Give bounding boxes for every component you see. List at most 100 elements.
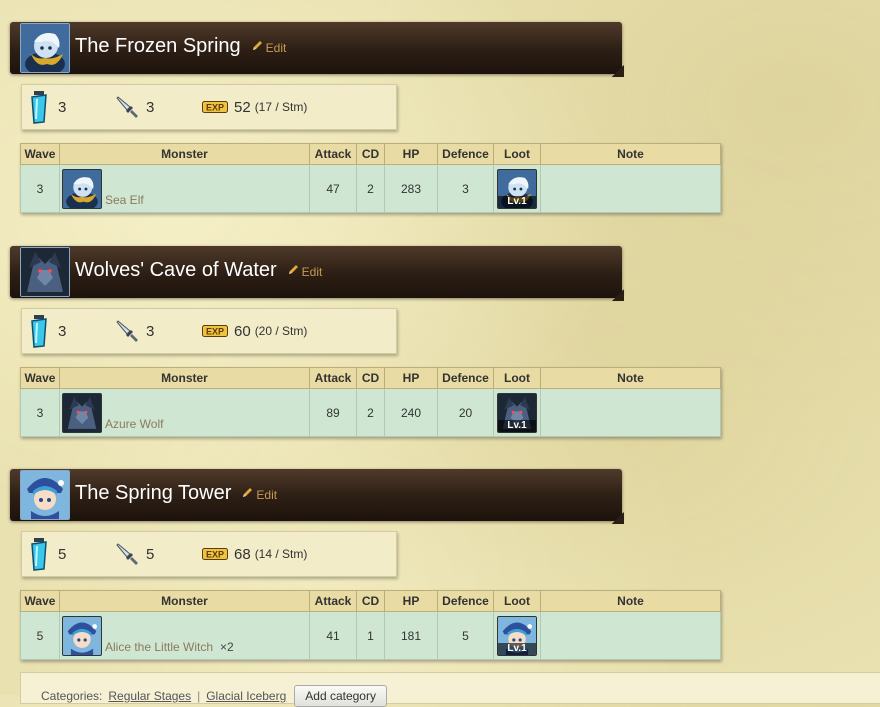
monster-cell: Alice the Little Witch ×2 <box>59 611 310 660</box>
azure-wolf-icon <box>20 247 70 297</box>
hp-cell: 283 <box>384 164 438 213</box>
col-wave: Wave <box>20 143 60 165</box>
category-link-regular-stages[interactable]: Regular Stages <box>108 689 191 703</box>
categories-label: Categories: <box>41 689 103 703</box>
stage-header: Wolves' Cave of Water Edit <box>10 246 624 301</box>
exp-value: 68 <box>234 545 251 563</box>
loot-level: Lv.1 <box>498 419 536 432</box>
note-cell <box>540 388 721 437</box>
sea-elf-icon[interactable] <box>62 168 102 209</box>
edit-label: Edit <box>256 488 278 502</box>
col-hp: HP <box>384 143 438 165</box>
col-note: Note <box>540 590 721 612</box>
stage-title: Wolves' Cave of Water <box>75 259 277 281</box>
stage-info-bar: 3 3 EXP 52 (17 / Stm) <box>21 84 397 130</box>
stage-section: The Spring Tower Edit 5 5 EXP 68 (14 / S… <box>0 469 880 692</box>
sword-icon <box>116 96 138 118</box>
col-cd: CD <box>356 590 385 612</box>
category-separator: | <box>197 689 201 703</box>
stage-info-bar: 5 5 EXP 68 (14 / Stm) <box>21 531 397 577</box>
edit-label: Edit <box>301 265 323 279</box>
loot-level: Lv.1 <box>498 642 536 655</box>
edit-link[interactable]: Edit <box>241 486 277 502</box>
stage-title: The Spring Tower <box>75 482 232 504</box>
table-row: 3 Sea Elf 47 2 283 3 Lv.1 <box>20 164 721 213</box>
monster-table: Wave Monster Attack CD HP Defence Loot N… <box>20 367 721 437</box>
table-row: 5 Alice the Little Witch ×2 41 1 181 5 L… <box>20 611 721 660</box>
col-loot: Loot <box>493 590 541 612</box>
little-witch-icon[interactable] <box>62 615 102 656</box>
defence-cell: 3 <box>437 164 494 213</box>
defence-cell: 20 <box>437 388 494 437</box>
cd-cell: 2 <box>356 388 385 437</box>
attack-cell: 41 <box>309 611 357 660</box>
loot-item[interactable]: Lv.1 <box>497 615 537 656</box>
exp-icon: EXP <box>202 548 228 560</box>
monster-name-link[interactable]: Azure Wolf <box>105 417 163 431</box>
col-attack: Attack <box>309 143 357 165</box>
loot-item[interactable]: Lv.1 <box>497 392 537 433</box>
edit-label: Edit <box>265 41 287 55</box>
monster-cell: Azure Wolf <box>59 388 310 437</box>
col-hp: HP <box>384 367 438 389</box>
stage-header: The Frozen Spring Edit <box>10 22 624 77</box>
hp-cell: 240 <box>384 388 438 437</box>
defence-cell: 5 <box>437 611 494 660</box>
exp-value: 60 <box>234 322 251 340</box>
exp-rate: (14 / Stm) <box>254 547 308 561</box>
edit-link[interactable]: Edit <box>251 39 287 55</box>
stage-header: The Spring Tower Edit <box>10 469 624 524</box>
stamina-value: 3 <box>58 98 67 116</box>
col-wave: Wave <box>20 590 60 612</box>
hp-cell: 181 <box>384 611 438 660</box>
sword-icon <box>116 543 138 565</box>
col-monster: Monster <box>59 367 310 389</box>
wave-cell: 5 <box>20 611 60 660</box>
categories-bar: Categories: Regular Stages | Glacial Ice… <box>20 672 880 707</box>
monster-multiplier: ×2 <box>220 639 234 654</box>
loot-cell: Lv.1 <box>493 611 541 660</box>
monster-name-link[interactable]: Alice the Little Witch <box>105 640 213 654</box>
svg-text:EXP: EXP <box>206 550 224 560</box>
col-cd: CD <box>356 367 385 389</box>
exp-rate: (17 / Stm) <box>254 100 308 114</box>
col-cd: CD <box>356 143 385 165</box>
battles-value: 5 <box>146 545 155 563</box>
edit-link[interactable]: Edit <box>287 263 323 279</box>
battles-value: 3 <box>146 322 155 340</box>
col-loot: Loot <box>493 367 541 389</box>
loot-level: Lv.1 <box>498 195 536 208</box>
exp-rate: (20 / Stm) <box>254 324 308 338</box>
add-category-button[interactable]: Add category <box>294 685 387 707</box>
monster-table: Wave Monster Attack CD HP Defence Loot N… <box>20 143 721 213</box>
attack-cell: 47 <box>309 164 357 213</box>
stamina-value: 5 <box>58 545 67 563</box>
little-witch-icon <box>20 470 70 520</box>
stamina-icon <box>31 315 47 348</box>
stage-title: The Frozen Spring <box>75 35 241 57</box>
col-attack: Attack <box>309 367 357 389</box>
col-defence: Defence <box>437 590 494 612</box>
col-monster: Monster <box>59 590 310 612</box>
stage-section: The Frozen Spring Edit 3 3 EXP 52 (17 / … <box>0 22 880 245</box>
table-row: 3 Azure Wolf 89 2 240 20 Lv.1 <box>20 388 721 437</box>
sea-elf-icon <box>20 23 70 73</box>
note-cell <box>540 164 721 213</box>
col-hp: HP <box>384 590 438 612</box>
loot-item[interactable]: Lv.1 <box>497 168 537 209</box>
col-monster: Monster <box>59 143 310 165</box>
monster-name-link[interactable]: Sea Elf <box>105 193 144 207</box>
exp-icon: EXP <box>202 101 228 113</box>
pencil-icon <box>288 265 298 274</box>
monster-table: Wave Monster Attack CD HP Defence Loot N… <box>20 590 721 660</box>
col-defence: Defence <box>437 143 494 165</box>
note-cell <box>540 611 721 660</box>
category-link-glacial-iceberg[interactable]: Glacial Iceberg <box>206 689 286 703</box>
monster-cell: Sea Elf <box>59 164 310 213</box>
col-attack: Attack <box>309 590 357 612</box>
svg-text:EXP: EXP <box>206 103 224 113</box>
stamina-icon <box>31 538 47 571</box>
azure-wolf-icon[interactable] <box>62 392 102 433</box>
col-loot: Loot <box>493 143 541 165</box>
loot-cell: Lv.1 <box>493 164 541 213</box>
